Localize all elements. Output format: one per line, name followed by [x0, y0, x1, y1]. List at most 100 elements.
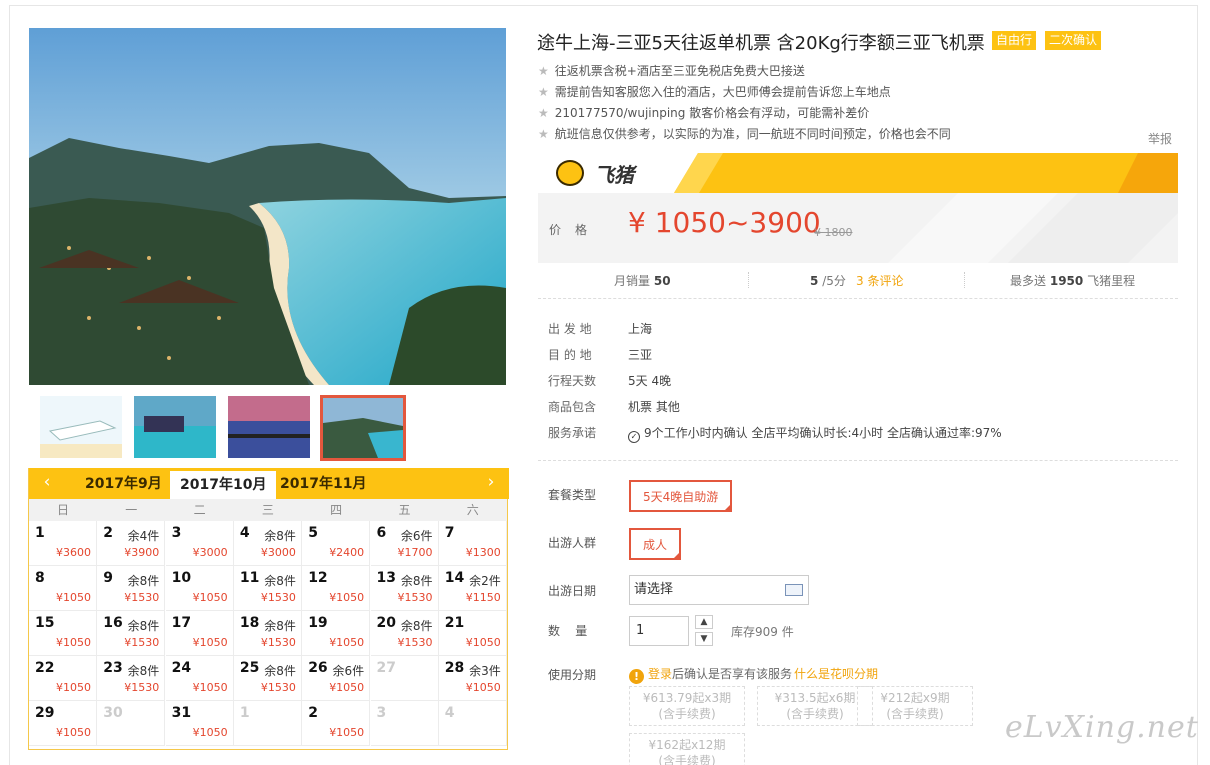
day-number: 9 [103, 570, 114, 586]
calendar-day-cell[interactable]: 3 ¥3000 [165, 521, 234, 566]
day-number: 30 [103, 705, 123, 721]
product-title: 途牛上海-三亚5天往返单机票 含20Kg行李额三亚飞机票 [537, 33, 985, 54]
day-number: 27 [376, 660, 396, 676]
day-number: 25 [239, 660, 260, 676]
day-number: 2 [308, 705, 318, 721]
day-price: ¥2400 [329, 546, 365, 559]
calendar-month-tab[interactable]: 2017年11月 [270, 474, 376, 499]
travel-date-label: 出游日期 [548, 584, 597, 598]
report-link[interactable]: 举报 [1148, 130, 1172, 147]
day-number: 6 [376, 525, 387, 541]
day-price: ¥1050 [56, 726, 91, 739]
quantity-input[interactable]: 1 [629, 616, 689, 646]
calendar-day-cell[interactable]: 7 ¥1300 [438, 521, 507, 566]
day-number: 18 [239, 615, 260, 631]
day-stock: 余3件 [469, 664, 501, 678]
day-number: 29 [35, 705, 55, 721]
calendar-month-tab[interactable]: 2017年9月 [75, 474, 172, 499]
thumbnail-1[interactable] [40, 396, 122, 458]
calendar-day-cell[interactable]: 4 余8件 ¥3000 [233, 521, 302, 566]
calendar-day-cell[interactable]: 1 ¥3600 [29, 521, 97, 566]
package-type-label: 套餐类型 [548, 488, 597, 502]
calendar-day-cell[interactable]: 24 ¥1050 [165, 656, 234, 701]
thumbnail-3[interactable] [228, 396, 310, 458]
installment-option[interactable]: ¥613.79起x3期 (含手续费) [629, 686, 745, 726]
feature-item: ★ 往返机票含税+酒店至三亚免税店免费大巴接送 [538, 64, 805, 78]
calendar-day-cell[interactable]: 21 ¥1050 [438, 611, 507, 656]
calendar-day-cell[interactable]: 11 余8件 ¥1530 [233, 566, 302, 611]
calendar-day-cell[interactable]: 5 ¥2400 [302, 521, 371, 566]
thumbnail-4[interactable] [320, 395, 406, 461]
calendar-day-cell[interactable]: 19 ¥1050 [302, 611, 371, 656]
quantity-increase-button[interactable]: ▲ [695, 615, 713, 629]
calendar-prev-button[interactable]: ‹ [37, 472, 57, 492]
calendar-day-cell[interactable]: 2 ¥1050 [302, 701, 371, 746]
day-number: 23 [103, 660, 123, 676]
thumbnail-2[interactable] [134, 396, 216, 458]
calendar-day-cell[interactable]: 20 余8件 ¥1530 [370, 611, 439, 656]
installment-option[interactable]: ¥162起x12期 (含手续费) [629, 733, 745, 765]
calendar-day-cell[interactable]: 2 余4件 ¥3900 [97, 521, 166, 566]
day-price: ¥1050 [329, 681, 365, 694]
installment-option[interactable]: ¥313.5起x6期 (含手续费) [757, 686, 873, 726]
weekday-label: 三 [261, 503, 274, 517]
calendar-day-cell: 27 [370, 656, 439, 701]
thumbnail-strip [38, 395, 410, 461]
day-number: 15 [35, 615, 55, 631]
day-price: ¥1050 [465, 636, 501, 649]
day-price: ¥1050 [192, 726, 228, 739]
calendar-day-cell: 1 [233, 701, 302, 746]
package-option-selected[interactable]: 5天4晚自助游 [629, 480, 733, 512]
calendar-day-cell[interactable]: 10 ¥1050 [165, 566, 234, 611]
calendar-day-cell[interactable]: 28 余3件 ¥1050 [438, 656, 507, 701]
calendar-day-cell[interactable]: 29 ¥1050 [29, 701, 97, 746]
calendar-day-cell[interactable]: 25 余8件 ¥1530 [233, 656, 302, 701]
huabei-help-link[interactable]: 什么是花呗分期 [794, 667, 878, 681]
calendar-day-cell[interactable]: 8 ¥1050 [29, 566, 97, 611]
day-number: 11 [239, 570, 260, 586]
calendar-day-cell[interactable]: 23 余8件 ¥1530 [97, 656, 166, 701]
day-number: 3 [376, 705, 387, 721]
calendar-icon[interactable] [785, 584, 803, 596]
calendar-next-button[interactable]: › [481, 472, 501, 492]
day-number: 22 [35, 660, 55, 676]
calendar-day-cell[interactable]: 15 ¥1050 [29, 611, 97, 656]
installment-option[interactable]: ¥212起x9期 (含手续费) [857, 686, 973, 726]
calendar-day-cell[interactable]: 9 余8件 ¥1530 [97, 566, 166, 611]
day-price: ¥1050 [329, 636, 365, 649]
day-price: ¥1300 [465, 546, 501, 559]
day-number: 12 [308, 570, 328, 586]
day-number: 1 [35, 525, 45, 541]
calendar-day-cell[interactable]: 17 ¥1050 [165, 611, 234, 656]
quantity-decrease-button[interactable]: ▼ [695, 632, 713, 646]
calendar-day-cell[interactable]: 12 ¥1050 [302, 566, 371, 611]
calendar-day-cell[interactable]: 13 余8件 ¥1530 [370, 566, 439, 611]
weekday-label: 四 [330, 503, 343, 517]
travel-date-input[interactable]: 请选择 [629, 575, 809, 605]
day-number: 10 [171, 570, 192, 586]
day-stock: 余8件 [264, 529, 296, 543]
warning-icon: ! [629, 669, 644, 684]
day-price: ¥1050 [192, 591, 228, 604]
day-price: ¥3000 [192, 546, 228, 559]
day-stock: 余8件 [127, 664, 160, 678]
calendar-month-tab-selected[interactable]: 2017年10月 [170, 471, 277, 499]
day-price: ¥1700 [397, 546, 433, 559]
feature-item: ★ 航班信息仅供参考，以实际的为准，同一航班不同时间预定，价格也会不同 [538, 127, 951, 141]
calendar-day-cell[interactable]: 31 ¥1050 [165, 701, 234, 746]
day-price: ¥1050 [329, 726, 365, 739]
day-number: 26 [308, 660, 328, 676]
login-link[interactable]: 登录 [648, 667, 672, 681]
calendar-day-cell[interactable]: 16 余8件 ¥1530 [97, 611, 166, 656]
calendar-day-cell[interactable]: 6 余6件 ¥1700 [370, 521, 439, 566]
day-number: 3 [171, 525, 182, 541]
reviews-link[interactable]: 3 条评论 [856, 272, 903, 289]
calendar-day-cell[interactable]: 14 余2件 ¥1150 [438, 566, 507, 611]
calendar-day-cell[interactable]: 22 ¥1050 [29, 656, 97, 701]
calendar-day-cell[interactable]: 18 余8件 ¥1530 [233, 611, 302, 656]
traveler-option-selected[interactable]: 成人 [629, 528, 682, 560]
calendar-day-cell[interactable]: 26 余6件 ¥1050 [302, 656, 371, 701]
day-stock: 余8件 [400, 619, 433, 633]
day-price: ¥1150 [465, 591, 501, 604]
weekday-label: 六 [466, 503, 479, 517]
